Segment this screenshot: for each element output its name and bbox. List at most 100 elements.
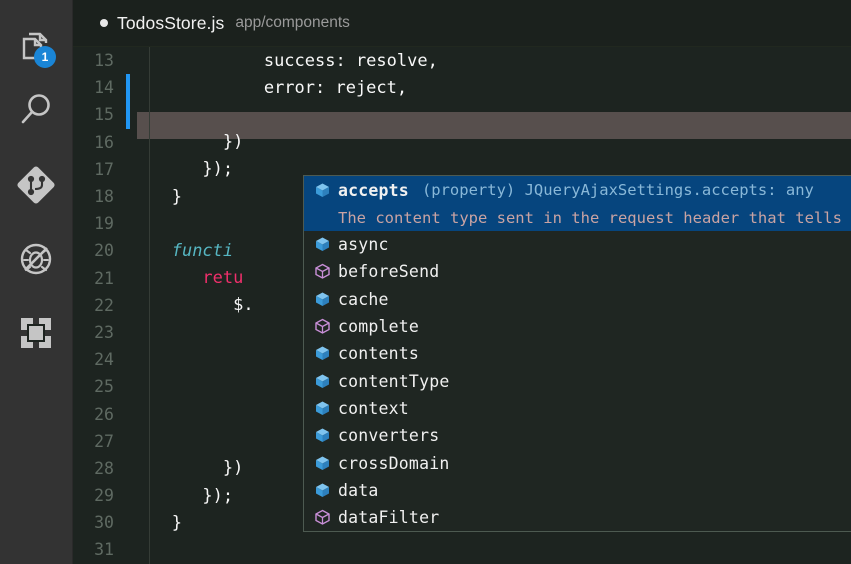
- property-cube-icon: [314, 291, 338, 308]
- suggestion-item-header: accepts (property) JQueryAjaxSettings.acc…: [304, 176, 851, 204]
- activity-item-explorer[interactable]: 1: [0, 8, 72, 82]
- suggestion-item[interactable]: async: [304, 231, 851, 258]
- suggestion-label: converters: [338, 426, 440, 446]
- suggestion-label: accepts: [338, 180, 409, 200]
- code-token: retu: [202, 268, 244, 289]
- explorer-badge-count: 1: [34, 46, 56, 68]
- suggestion-label: contents: [338, 344, 420, 364]
- property-cube-icon: [316, 456, 329, 470]
- property-cube-icon: [314, 373, 338, 390]
- code-line[interactable]: 14 error: reject,: [73, 74, 851, 102]
- suggestion-item[interactable]: dataFilter: [304, 504, 851, 531]
- property-cube-icon: [314, 427, 338, 444]
- code-token: success: resolve,: [263, 50, 438, 71]
- line-number: 14: [94, 78, 114, 98]
- suggestion-item[interactable]: accepts (property) JQueryAjaxSettings.acc…: [304, 176, 851, 231]
- code-line[interactable]: 15: [73, 101, 851, 139]
- code-token: error: reject,: [263, 77, 408, 98]
- change-marker-icon: [123, 101, 137, 129]
- code-token: });: [202, 159, 234, 180]
- glyph-margin: [123, 536, 137, 563]
- activity-item-extensions[interactable]: [0, 296, 72, 370]
- debug-icon: [15, 238, 57, 280]
- glyph-margin: [123, 319, 137, 346]
- suggestion-documentation: The content type sent in the request hea…: [338, 208, 851, 227]
- method-cube-icon: [315, 264, 330, 280]
- suggestion-item[interactable]: converters: [304, 422, 851, 449]
- breadcrumb-folder-path[interactable]: app/components: [235, 14, 350, 32]
- suggestion-item[interactable]: contentType: [304, 367, 851, 394]
- property-cube-icon: [316, 374, 329, 388]
- suggestion-item[interactable]: complete: [304, 313, 851, 340]
- line-number: 17: [94, 159, 114, 179]
- glyph-margin: [123, 455, 137, 482]
- suggestion-popup[interactable]: accepts (property) JQueryAjaxSettings.acc…: [303, 175, 851, 533]
- activity-item-debug[interactable]: [0, 222, 72, 296]
- property-cube-icon: [316, 483, 329, 497]
- property-cube-icon: [316, 401, 329, 415]
- line-number: 25: [94, 377, 114, 397]
- line-number: 18: [94, 187, 114, 207]
- glyph-margin: [123, 400, 137, 427]
- activity-item-search[interactable]: [0, 74, 72, 148]
- code-token: }): [222, 132, 244, 153]
- suggestion-documentation-row: The content type sent in the request hea…: [304, 204, 851, 231]
- code-line[interactable]: 31: [73, 536, 851, 563]
- vscode-window: 1 TodosStore.js app/components 13 succes…: [0, 0, 851, 564]
- code-line[interactable]: 13 success: resolve,: [73, 47, 851, 74]
- line-number: 16: [94, 132, 114, 152]
- suggestion-detail: (property) JQueryAjaxSettings.accepts: a…: [421, 181, 814, 199]
- glyph-margin: [123, 265, 137, 292]
- suggestion-label: complete: [338, 317, 420, 337]
- line-number: 15: [94, 105, 114, 125]
- suggestion-label: contentType: [338, 371, 450, 391]
- suggestion-label: cache: [338, 289, 389, 309]
- glyph-margin: [123, 292, 137, 319]
- glyph-margin: [123, 509, 137, 536]
- glyph-margin: [123, 237, 137, 264]
- method-cube-icon: [315, 509, 330, 525]
- suggestion-item[interactable]: beforeSend: [304, 258, 851, 285]
- line-number: 20: [94, 241, 114, 261]
- extensions-icon: [16, 313, 56, 353]
- method-cube-icon: [314, 318, 338, 335]
- suggestion-item[interactable]: crossDomain: [304, 449, 851, 476]
- code-editor[interactable]: 13 success: resolve, 14 error: reject, 15 1…: [73, 47, 851, 564]
- suggestion-item[interactable]: data: [304, 477, 851, 504]
- activity-item-source-control[interactable]: [0, 148, 72, 222]
- breadcrumb[interactable]: TodosStore.js app/components: [73, 0, 851, 47]
- method-cube-icon: [314, 509, 338, 526]
- unsaved-dot-icon: [100, 19, 108, 27]
- method-cube-icon: [315, 318, 330, 334]
- glyph-margin: [123, 156, 137, 183]
- property-cube-icon: [314, 236, 338, 253]
- line-number: 22: [94, 295, 114, 315]
- suggestion-label: async: [338, 235, 389, 255]
- suggestion-item[interactable]: contents: [304, 340, 851, 367]
- breadcrumb-file-name[interactable]: TodosStore.js: [117, 13, 224, 34]
- line-number: 24: [94, 350, 114, 370]
- property-cube-icon: [314, 345, 338, 362]
- line-number: 13: [94, 51, 114, 71]
- code-line[interactable]: 16 }): [73, 129, 851, 156]
- property-cube-icon: [316, 428, 329, 443]
- property-cube-icon: [314, 482, 338, 499]
- suggestion-label: data: [338, 480, 379, 500]
- code-line-text: }): [137, 132, 851, 152]
- glyph-margin: [123, 373, 137, 400]
- change-marker-icon: [123, 74, 137, 102]
- code-token: }: [171, 512, 182, 533]
- line-number: 23: [94, 322, 114, 342]
- code-line-text: error: reject,: [137, 78, 851, 98]
- property-cube-icon: [316, 346, 329, 361]
- method-cube-icon: [314, 263, 338, 280]
- suggestion-label: beforeSend: [338, 262, 440, 282]
- code-token: }): [222, 458, 244, 479]
- code-token: functi: [171, 240, 234, 261]
- code-line-text: success: resolve,: [137, 51, 851, 71]
- suggestion-item[interactable]: context: [304, 395, 851, 422]
- suggestion-item[interactable]: cache: [304, 286, 851, 313]
- editor-region: TodosStore.js app/components 13 success:…: [73, 0, 851, 564]
- glyph-margin: [123, 210, 137, 237]
- line-number: 27: [94, 431, 114, 451]
